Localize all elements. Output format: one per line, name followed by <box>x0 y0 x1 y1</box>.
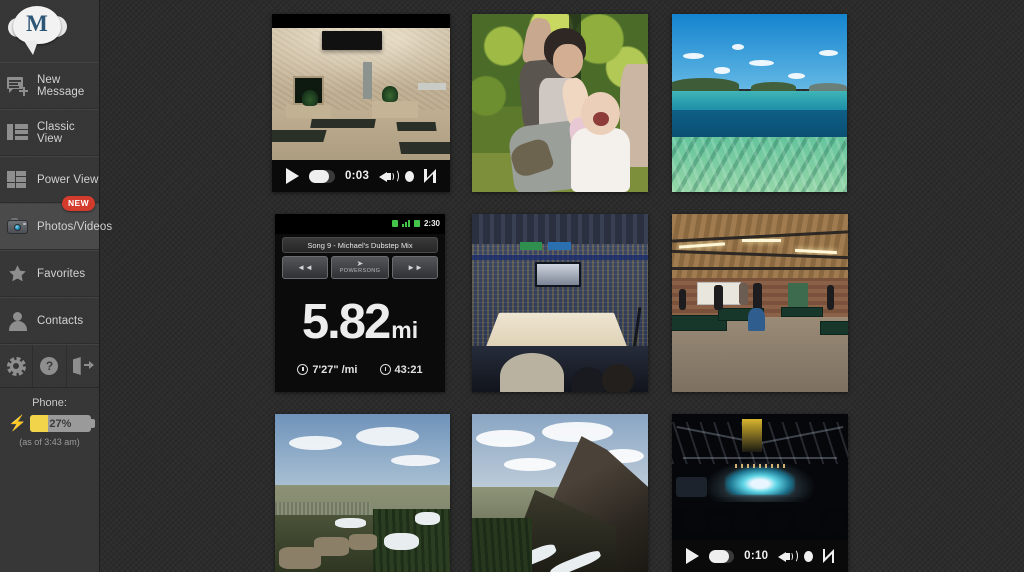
question-mark-icon: ? <box>40 357 59 375</box>
video-thumbnail <box>272 28 450 160</box>
phone-status: Phone: ⚡ 27% (as of 3:43 am) <box>0 388 99 447</box>
battery-percent: 27% <box>49 417 72 430</box>
pace-value: 7'27" /mi <box>312 363 358 376</box>
contacts-icon <box>7 310 28 331</box>
photo-thumbnail <box>672 214 848 392</box>
battery-shell: 27% <box>29 415 95 432</box>
phone-label: Phone: <box>32 397 67 409</box>
sidebar-item-new-message[interactable]: New Message <box>0 62 99 109</box>
sidebar: M New Message Classic View Power View NE… <box>0 0 112 572</box>
video-time: 0:03 <box>344 170 370 182</box>
sidebar-item-label: Photos/Videos <box>37 220 113 233</box>
fullscreen-icon[interactable] <box>822 549 835 563</box>
record-dot-icon[interactable] <box>803 550 813 562</box>
photo-thumbnail <box>472 214 648 392</box>
power-view-icon <box>7 169 28 190</box>
help-button[interactable]: ? <box>33 345 67 387</box>
gallery-item-photo-mother-and-baby[interactable] <box>472 14 648 192</box>
photo-thumbnail <box>672 14 847 192</box>
battery-timestamp: (as of 3:43 am) <box>19 437 80 447</box>
sidebar-item-label: Power View <box>37 173 99 186</box>
video-controls: 0:10 <box>672 540 848 572</box>
record-dot-icon[interactable] <box>405 170 415 182</box>
cloud-bubble-icon: M <box>8 6 67 55</box>
powersong-button: ➤ POWERSONG <box>331 255 389 279</box>
gallery-item-photo-basketball-arena[interactable] <box>472 214 648 392</box>
sidebar-item-label: Favorites <box>37 267 86 280</box>
distance-unit: mi <box>391 317 419 344</box>
gallery-item-video-concert[interactable]: 0:10 <box>672 414 848 572</box>
next-track-button: ►► <box>391 255 439 279</box>
distance-readout: 5.82mi <box>275 294 445 350</box>
video-controls: 0:03 <box>272 160 450 192</box>
fullscreen-icon[interactable] <box>424 169 436 183</box>
battery-indicator: ⚡ 27% <box>8 415 95 432</box>
duration-value: 43:21 <box>394 363 423 376</box>
gallery-item-photo-mountain-ridge[interactable] <box>472 414 648 572</box>
gallery-item-photo-tropical-beach[interactable] <box>672 14 847 192</box>
gallery-item-photo-valley-overlook[interactable] <box>275 414 450 572</box>
settings-button[interactable] <box>0 345 34 387</box>
photo-thumbnail: 2:30 Song 9 - Michael's Dubstep Mix ◄◄ ➤… <box>275 214 445 392</box>
sidebar-item-photos-videos[interactable]: NEW Photos/Videos <box>0 196 112 250</box>
sidebar-item-label: New Message <box>37 73 85 98</box>
powersong-label: POWERSONG <box>339 268 381 275</box>
sidebar-item-label: Contacts <box>37 314 84 327</box>
play-button[interactable] <box>686 548 699 564</box>
star-icon <box>7 263 28 284</box>
photo-thumbnail <box>472 414 648 572</box>
now-playing-bar: Song 9 - Michael's Dubstep Mix <box>281 237 439 254</box>
sidebar-item-contacts[interactable]: Contacts <box>0 297 99 344</box>
sidebar-item-label: Classic View <box>37 120 75 145</box>
classic-view-icon <box>7 122 28 143</box>
music-controls: ◄◄ ➤ POWERSONG ►► <box>281 255 439 279</box>
previous-track-button: ◄◄ <box>281 255 329 279</box>
volume-icon[interactable] <box>778 549 799 564</box>
gallery-item-video-room-interior[interactable]: 0:03 <box>272 14 450 192</box>
app-window: M New Message Classic View Power View NE… <box>0 0 1024 572</box>
new-message-icon <box>7 75 28 96</box>
phone-status-bar: 2:30 <box>275 214 445 234</box>
gallery-item-photo-running-app[interactable]: 2:30 Song 9 - Michael's Dubstep Mix ◄◄ ➤… <box>275 214 445 392</box>
charging-bolt-icon: ⚡ <box>8 415 27 432</box>
gallery-item-photo-ping-pong-hall[interactable] <box>672 214 848 392</box>
play-button[interactable] <box>286 168 299 184</box>
screenshot-status-time: 2:30 <box>423 219 440 229</box>
video-time: 0:10 <box>744 550 769 562</box>
app-logo[interactable]: M <box>0 0 99 62</box>
photo-thumbnail <box>472 14 648 192</box>
progress-slider[interactable] <box>309 169 335 183</box>
sidebar-item-favorites[interactable]: Favorites <box>0 250 99 297</box>
distance-value: 5.82 <box>301 295 391 350</box>
logo-letter: M <box>26 10 48 36</box>
song-title: Song 9 - Michael's Dubstep Mix <box>307 240 413 250</box>
new-badge: NEW <box>61 196 95 211</box>
logout-button[interactable] <box>67 345 99 387</box>
sidebar-item-classic-view[interactable]: Classic View <box>0 109 99 156</box>
sidebar-action-row: ? <box>0 344 99 388</box>
volume-icon[interactable] <box>379 169 400 184</box>
progress-slider[interactable] <box>709 549 735 563</box>
media-grid: 0:03 2:30 Song 9 - Michael's Dubstep Mix… <box>100 0 1024 572</box>
photo-thumbnail <box>275 414 450 572</box>
run-stats: 7'27" /mi 43:21 <box>275 364 445 376</box>
logout-icon <box>72 357 94 375</box>
gear-icon <box>6 356 26 376</box>
video-thumbnail <box>672 414 848 540</box>
camera-icon <box>7 216 28 237</box>
